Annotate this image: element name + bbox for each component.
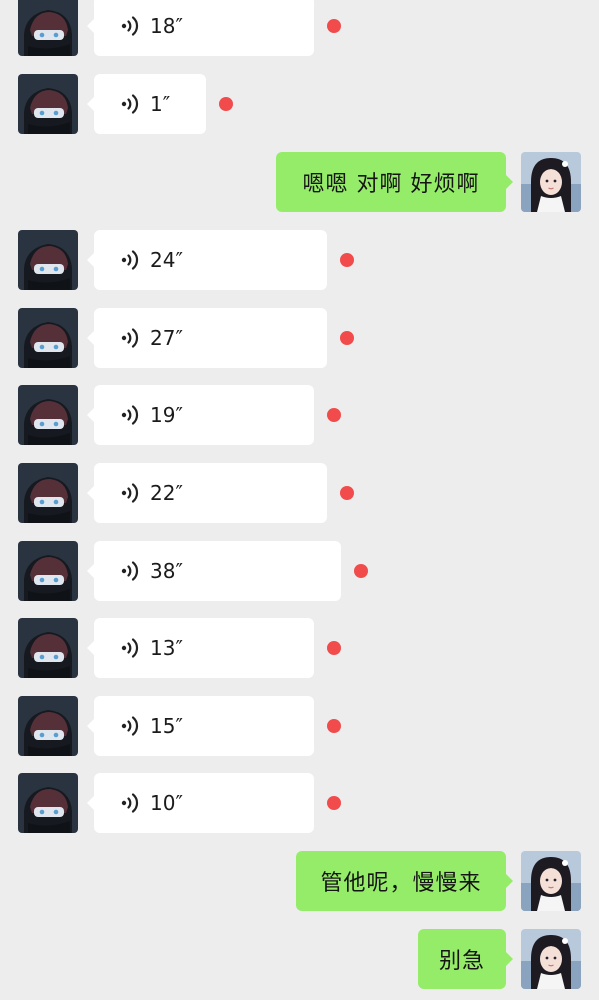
unread-dot (219, 97, 233, 111)
voice-duration: 27″ (150, 326, 183, 350)
masked-character-avatar (18, 463, 78, 523)
message-row: 管他呢，慢慢来 (0, 851, 599, 911)
masked-character-avatar (18, 230, 78, 290)
voice-message-bubble[interactable]: 18″ (87, 0, 314, 56)
voice-message-bubble[interactable]: 19″ (87, 385, 314, 445)
voice-wave-icon (121, 561, 139, 581)
voice-wave-icon (121, 250, 139, 270)
contact-avatar[interactable] (18, 696, 78, 756)
text-message-bubble[interactable]: 管他呢，慢慢来 (296, 851, 513, 911)
message-row: 15″ (0, 696, 599, 756)
contact-avatar[interactable] (18, 773, 78, 833)
chat-area: 18″ 1″ 嗯嗯 对啊 好烦啊 24″ 27″ 19″ 22″ 38″ 13″… (0, 0, 599, 1000)
message-row: 18″ (0, 0, 599, 56)
unread-dot (340, 486, 354, 500)
message-row: 1″ (0, 74, 599, 134)
voice-wave-icon (121, 328, 139, 348)
my-avatar[interactable] (521, 152, 581, 212)
voice-wave-icon (121, 483, 139, 503)
message-row: 27″ (0, 308, 599, 368)
voice-duration: 24″ (150, 248, 183, 272)
voice-message-bubble[interactable]: 15″ (87, 696, 314, 756)
text-message-bubble[interactable]: 嗯嗯 对啊 好烦啊 (276, 152, 513, 212)
voice-duration: 22″ (150, 481, 183, 505)
contact-avatar[interactable] (18, 0, 78, 56)
message-row: 13″ (0, 618, 599, 678)
message-text: 管他呢，慢慢来 (320, 871, 482, 896)
masked-character-avatar (18, 541, 78, 601)
voice-wave-icon (121, 405, 139, 425)
masked-character-avatar (18, 773, 78, 833)
contact-avatar[interactable] (18, 74, 78, 134)
voice-message-bubble[interactable]: 24″ (87, 230, 327, 290)
voice-message-bubble[interactable]: 38″ (87, 541, 341, 601)
unread-dot (340, 253, 354, 267)
my-avatar[interactable] (521, 851, 581, 911)
voice-wave-icon (121, 94, 139, 114)
contact-avatar[interactable] (18, 308, 78, 368)
contact-avatar[interactable] (18, 541, 78, 601)
unread-dot (327, 19, 341, 33)
voice-duration: 15″ (150, 714, 183, 738)
anime-girl-avatar (521, 929, 581, 989)
message-row: 19″ (0, 385, 599, 445)
unread-dot (340, 331, 354, 345)
voice-duration: 38″ (150, 559, 183, 583)
voice-message-bubble[interactable]: 1″ (87, 74, 206, 134)
masked-character-avatar (18, 308, 78, 368)
voice-duration: 1″ (150, 92, 171, 116)
message-row: 22″ (0, 463, 599, 523)
unread-dot (327, 641, 341, 655)
unread-dot (327, 408, 341, 422)
anime-girl-avatar (521, 851, 581, 911)
contact-avatar[interactable] (18, 618, 78, 678)
message-row: 嗯嗯 对啊 好烦啊 (0, 152, 599, 212)
masked-character-avatar (18, 385, 78, 445)
voice-message-bubble[interactable]: 22″ (87, 463, 327, 523)
masked-character-avatar (18, 618, 78, 678)
contact-avatar[interactable] (18, 230, 78, 290)
text-message-bubble[interactable]: 别急 (418, 929, 513, 989)
anime-girl-avatar (521, 152, 581, 212)
contact-avatar[interactable] (18, 385, 78, 445)
message-text: 别急 (438, 949, 485, 974)
message-row: 别急 (0, 929, 599, 989)
voice-duration: 18″ (150, 14, 183, 38)
unread-dot (354, 564, 368, 578)
masked-character-avatar (18, 0, 78, 56)
masked-character-avatar (18, 74, 78, 134)
voice-message-bubble[interactable]: 27″ (87, 308, 327, 368)
message-row: 24″ (0, 230, 599, 290)
voice-message-bubble[interactable]: 10″ (87, 773, 314, 833)
contact-avatar[interactable] (18, 463, 78, 523)
voice-wave-icon (121, 716, 139, 736)
unread-dot (327, 719, 341, 733)
my-avatar[interactable] (521, 929, 581, 989)
voice-wave-icon (121, 16, 139, 36)
voice-wave-icon (121, 793, 139, 813)
message-row: 38″ (0, 541, 599, 601)
voice-duration: 19″ (150, 403, 183, 427)
voice-duration: 10″ (150, 791, 183, 815)
unread-dot (327, 796, 341, 810)
message-row: 10″ (0, 773, 599, 833)
voice-message-bubble[interactable]: 13″ (87, 618, 314, 678)
voice-duration: 13″ (150, 636, 183, 660)
voice-wave-icon (121, 638, 139, 658)
message-text: 嗯嗯 对啊 好烦啊 (302, 172, 480, 197)
masked-character-avatar (18, 696, 78, 756)
